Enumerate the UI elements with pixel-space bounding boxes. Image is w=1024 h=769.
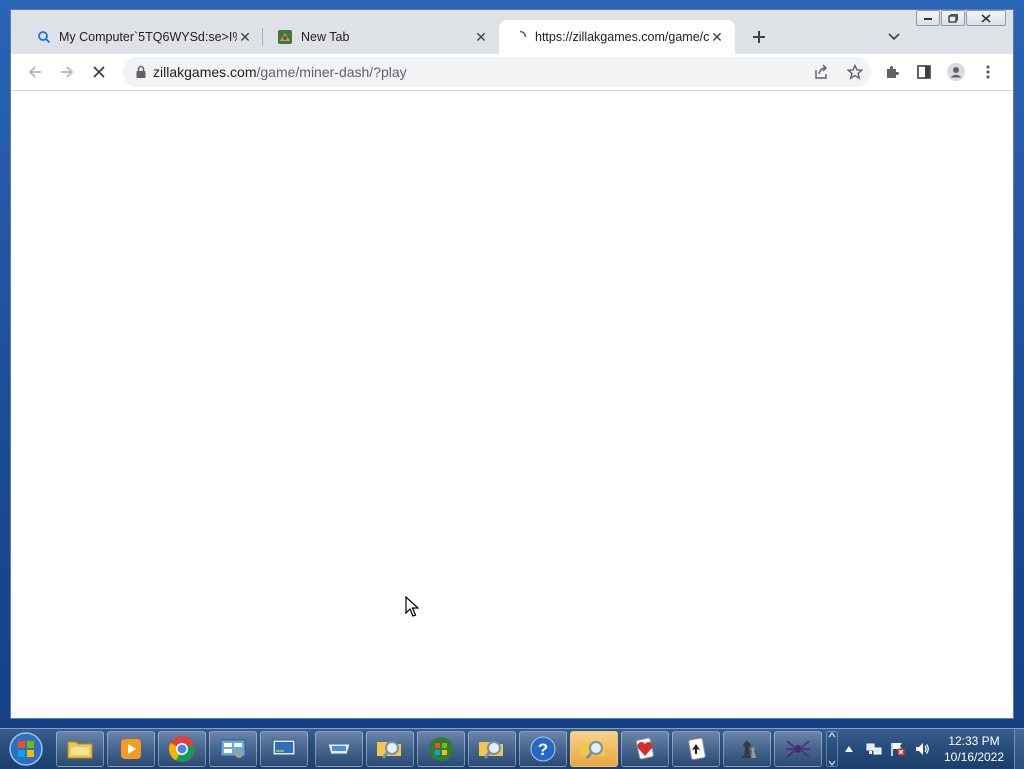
extensions-button[interactable] (880, 60, 904, 84)
volume-icon[interactable] (914, 741, 930, 757)
network-icon[interactable] (866, 741, 882, 757)
taskbar-media-player[interactable] (107, 731, 155, 767)
chess-icon (742, 740, 756, 758)
chevron-down-icon (828, 760, 836, 766)
plus-icon (753, 31, 765, 43)
taskbar-search-tool-3[interactable] (570, 731, 618, 767)
taskbar-chrome[interactable] (158, 731, 206, 767)
clock[interactable]: 12:33 PM 10/16/2022 (936, 733, 1012, 765)
close-window-button[interactable] (966, 10, 1006, 26)
taskbar-file-explorer[interactable] (56, 731, 104, 767)
menu-button[interactable] (976, 60, 1000, 84)
forward-button[interactable] (55, 60, 79, 84)
taskbar-scroll-control[interactable] (826, 731, 838, 767)
help-icon: ? (530, 736, 556, 762)
window-controls (915, 10, 1006, 28)
mouse-cursor-icon (405, 595, 420, 623)
browser-window: My Computer`5TQ6WYSd:se>I%- ✕ New Tab ✕ … (11, 10, 1013, 718)
tab-strip: My Computer`5TQ6WYSd:se>I%- ✕ New Tab ✕ … (11, 10, 1013, 54)
chrome-icon (169, 736, 195, 762)
address-bar[interactable]: zillakgames.com/game/miner-dash/?play (123, 57, 871, 87)
chevron-down-icon (888, 33, 900, 41)
tab-active[interactable]: https://zillakgames.com/game/c ✕ (499, 20, 735, 54)
taskbar-spider-solitaire[interactable] (774, 731, 822, 767)
back-arrow-icon (28, 66, 41, 78)
taskbar: ? 12:33 PM 10/16/2022 (0, 728, 1024, 769)
tab-title: My Computer`5TQ6WYSd:se>I%- (59, 30, 237, 44)
start-button[interactable] (4, 730, 48, 768)
solitaire-card-icon (688, 737, 706, 761)
magnifier-folder-icon (377, 741, 401, 759)
taskbar-chess[interactable] (723, 731, 771, 767)
windows-start-orb-icon (9, 732, 43, 766)
loading-spinner-icon (513, 30, 527, 44)
taskbar-solitaire[interactable] (672, 731, 720, 767)
tab-search-dropdown-button[interactable] (883, 26, 905, 48)
tab-search[interactable]: My Computer`5TQ6WYSd:se>I%- ✕ (23, 20, 263, 54)
restore-icon (948, 13, 958, 23)
minimize-icon (924, 18, 932, 20)
close-tab-icon[interactable]: ✕ (237, 29, 253, 45)
taskbar-help[interactable]: ? (519, 731, 567, 767)
url-domain: zillakgames.com (153, 64, 257, 80)
profile-button[interactable] (944, 60, 968, 84)
bookmark-star-icon[interactable] (847, 64, 863, 80)
scanner-icon (327, 743, 351, 755)
clock-time: 12:33 PM (948, 734, 1000, 748)
tab-title: https://zillakgames.com/game/c (535, 30, 709, 44)
system-tray (842, 729, 930, 769)
share-icon[interactable] (813, 64, 829, 80)
folder-icon (67, 741, 93, 759)
remote-desktop-icon (272, 739, 296, 758)
triangle-up-icon (845, 746, 853, 752)
clock-date: 10/16/2022 (943, 750, 1005, 764)
close-tab-icon[interactable]: ✕ (709, 29, 725, 45)
show-desktop-button[interactable] (1014, 729, 1024, 769)
back-button[interactable] (23, 60, 47, 84)
side-panel-icon (917, 65, 931, 79)
magnifier-folder-icon (479, 741, 503, 759)
tab-new-tab[interactable]: New Tab ✕ (263, 20, 499, 54)
show-hidden-icons-button[interactable] (842, 746, 856, 752)
puzzle-icon (887, 66, 899, 78)
lock-icon (135, 65, 147, 79)
control-panel-icon (220, 739, 246, 758)
avatar-icon (947, 63, 965, 81)
side-panel-button[interactable] (912, 60, 936, 84)
hearts-card-icon (635, 737, 654, 760)
stop-icon (93, 66, 105, 78)
windows-flag-icon (429, 737, 453, 761)
media-player-icon (121, 739, 141, 759)
taskbar-hearts[interactable] (621, 731, 669, 767)
url-path: /game/miner-dash/?play (256, 64, 407, 80)
taskbar-remote-desktop[interactable] (260, 731, 308, 767)
kebab-menu-icon (986, 65, 990, 79)
close-tab-icon[interactable]: ✕ (473, 29, 489, 45)
chevron-up-icon (828, 732, 836, 738)
taskbar-scanner[interactable] (315, 731, 363, 767)
taskbar-search-tool-1[interactable] (366, 731, 414, 767)
url-text: zillakgames.com/game/miner-dash/?play (153, 64, 407, 80)
taskbar-control-panel[interactable] (209, 731, 257, 767)
minimize-button[interactable] (916, 10, 940, 26)
browser-toolbar: zillakgames.com/game/miner-dash/?play (11, 54, 1013, 90)
game-favicon-icon (277, 29, 293, 45)
taskbar-search-tool-2[interactable] (468, 731, 516, 767)
action-center-flag-icon[interactable] (890, 741, 906, 757)
new-tab-button[interactable] (747, 25, 771, 49)
close-icon (981, 13, 991, 23)
page-content[interactable] (11, 90, 1013, 718)
restore-button[interactable] (941, 10, 965, 26)
forward-arrow-icon (61, 66, 74, 78)
svg-text:?: ? (538, 740, 548, 759)
spider-icon (786, 740, 810, 758)
stop-loading-button[interactable] (87, 60, 111, 84)
magnifier-folder-icon (581, 741, 605, 759)
search-icon (37, 30, 51, 44)
tab-title: New Tab (301, 30, 350, 44)
taskbar-windows-update[interactable] (417, 731, 465, 767)
